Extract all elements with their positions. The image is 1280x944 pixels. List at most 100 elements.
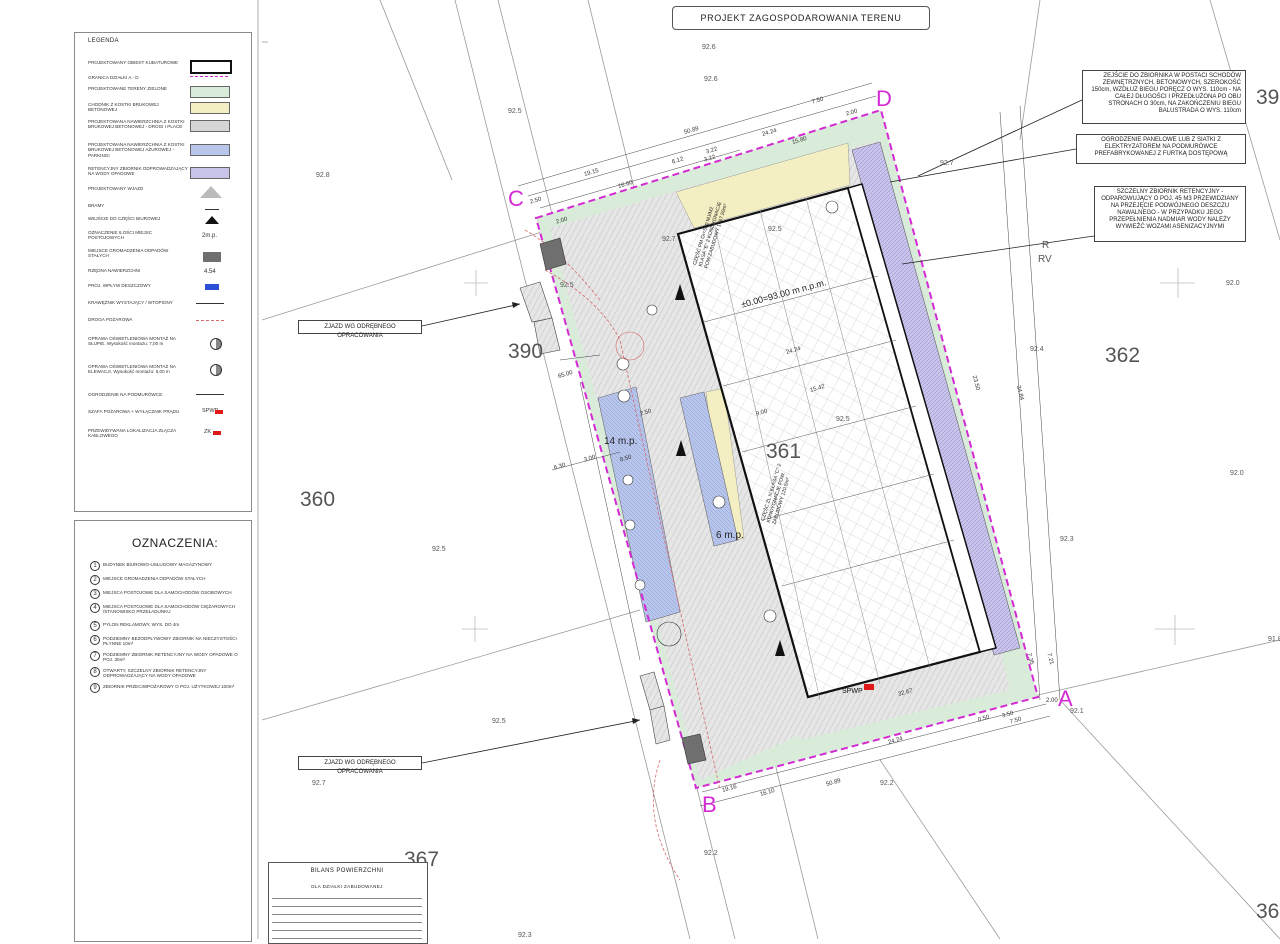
parking-14-label: 14 m.p.	[604, 436, 638, 447]
mark-number: 9	[90, 683, 100, 693]
rv-label-r: R	[1042, 240, 1050, 251]
mark-text: PODZIEMNY ZBIORNIK RETENCYJNY NA WODY OP…	[103, 652, 238, 663]
elevation-label: 92.1	[1070, 708, 1084, 715]
mark-number: 5	[90, 621, 100, 631]
elevation-label: 92.4	[1030, 346, 1044, 353]
mark-number: 1	[90, 561, 100, 571]
elevation-label: 92.5	[836, 416, 850, 423]
mark-text: ZBIORNIK PRZECIWPOŻAROWY O POJ. UŻYTKOWE…	[103, 684, 235, 689]
plot-number-39: 39	[1256, 86, 1280, 109]
plot-number-36: 36	[1256, 900, 1280, 923]
plot-number-360: 360	[300, 488, 336, 511]
legend-elevation-symbol: 4.54	[204, 269, 216, 275]
legend-item: PROJEKTOWANY OBIEKT KUBATUROWE	[88, 60, 179, 65]
mark-number: 6	[90, 635, 100, 645]
legend-title: LEGENDA	[88, 38, 119, 44]
legend-swatch-parking	[190, 144, 230, 156]
corner-d: D	[876, 86, 892, 111]
legend-item: PROJ. WPŁYW DESZCZOWY	[88, 283, 151, 288]
elevation-label: 92.7	[940, 160, 954, 167]
legend-fire-road-icon	[196, 320, 224, 321]
mark-number: 8	[90, 667, 100, 677]
elevation-label: 92.5	[560, 282, 574, 289]
corner-c: C	[508, 186, 524, 211]
mark-number: 3	[90, 589, 100, 599]
legend-item: CHODNIK Z KOSTKI BRUKOWEJ BETONOWEJ	[88, 102, 159, 113]
mark-text: PYLON REKLAMOWY, WYS. DO 4m	[103, 622, 180, 627]
mark-text: BUDYNEK BIUROWO-USŁUGOWY MAGAZYNOWY	[103, 562, 213, 567]
legend-item: KRAWĘŻNIK WYSTAJĄCY / WTOPIONY	[88, 300, 173, 305]
spwp-label: SPWP	[842, 688, 863, 695]
mark-text: PODZIEMNY BEZODPŁYWOWY ZBIORNIK NA NIECZ…	[103, 636, 237, 647]
plot-number-361: 361	[766, 440, 802, 463]
corner-b: B	[702, 792, 717, 817]
elevation-label: 92.5	[508, 108, 522, 115]
mark-number: 4	[90, 603, 100, 613]
legend-curb-icon	[196, 303, 224, 304]
rv-label-rv: RV	[1038, 254, 1052, 265]
area-balance-subtitle: DLA DZIAŁKI ZABUDOWANEJ	[311, 884, 383, 889]
mark-text: MIEJSCA POSTOJOWE DLA SAMOCHODÓW OSOBOWY…	[103, 590, 232, 595]
legend-item: PROJEKTOWANA NAWIERZCHNIA Z KOSTKI BRUKO…	[88, 142, 185, 158]
mark-text: MIEJSCE GROMADZENIA ODPADÓW STAŁYCH	[103, 576, 206, 581]
legend-item: SZAFA POŻAROWA + WYŁĄCZNIK PRĄDU	[88, 409, 180, 414]
marks-panel	[74, 520, 252, 942]
marks-title: OZNACZENIA:	[132, 536, 219, 550]
dimension-label: 2.00	[1046, 698, 1058, 704]
legend-gate-icon	[205, 203, 219, 210]
plot-number-362: 362	[1105, 344, 1141, 367]
elevation-label: 92.0	[1230, 470, 1244, 477]
legend-swatch-road	[190, 120, 230, 132]
elevation-label: 92.7	[662, 236, 676, 243]
elevation-label: 92.5	[768, 226, 782, 233]
legend-item: BRAMY	[88, 203, 105, 208]
legend-item: OPRAWA OŚWIETLENIOWA MONTAŻ NA SŁUPIE. W…	[88, 336, 176, 347]
legend-fence-icon	[196, 394, 224, 395]
elevation-label: 92.3	[518, 932, 532, 939]
legend-item: OGRODZENIE NA PODMURÓWCE	[88, 392, 163, 397]
elevation-label: 92.8	[316, 172, 330, 179]
legend-item: MIEJSCE GROMADZENIA ODPADÓW STAŁYCH	[88, 248, 169, 259]
callout-entry-bottom: ZJAZD WG ODRĘBNEGO OPRACOWANIA	[298, 756, 422, 775]
legend-item: PROJEKTOWANY WJAZD	[88, 186, 144, 191]
callout-entry-top: ZJAZD WG ODRĘBNEGO OPRACOWANIA	[298, 320, 422, 339]
elevation-label: 92.5	[432, 546, 446, 553]
table-row	[272, 916, 422, 923]
legend-swatch-boundary	[190, 76, 228, 77]
table-row	[272, 892, 422, 899]
elevation-label: 92.6	[704, 76, 718, 83]
area-balance-title: BILANS POWIERZCHNI	[310, 868, 384, 874]
legend-item: WEJŚCIE DO CZĘŚCI BIUROWEJ	[88, 216, 161, 221]
callout-fence: OGRODZENIE PANELOWE LUB Z SIATKI Z ELEKT…	[1076, 134, 1246, 164]
legend-item: RETENCYJNY ZBIORNIK ODPROWADZAJĄCY NA WO…	[88, 166, 188, 177]
legend-item: GRANICA DZIAŁKI A - D	[88, 75, 139, 80]
legend-swatch-sidewalk	[190, 102, 230, 114]
legend-waste-icon	[203, 252, 221, 262]
callout-stairs: ZEJŚCIE DO ZBIORNIKA W POSTACI SCHODÓW Z…	[1082, 70, 1246, 124]
callout-tank: SZCZELNY ZBIORNIK RETENCYJNY - ODPAROWUJ…	[1094, 186, 1246, 242]
plot-number-390: 390	[508, 340, 544, 363]
mark-number: 7	[90, 651, 100, 661]
elevation-label: 92.5	[492, 718, 506, 725]
table-row	[272, 900, 422, 907]
legend-spwp-red	[215, 410, 223, 414]
elevation-label: 92.6	[702, 44, 716, 51]
elevation-label: 92.7	[312, 780, 326, 787]
legend-lamp-pole-icon	[210, 338, 222, 350]
legend-places-symbol: 2m.p.	[202, 233, 218, 239]
legend-item: RZĘDNA NAWIERZCHNI	[88, 268, 141, 273]
legend-item: PRZEWIDYWANA LOKALIZACJA ZŁĄCZA KABLOWEG…	[88, 428, 176, 439]
elevation-label: 92.0	[1226, 280, 1240, 287]
elevation-label: 91.8	[1268, 636, 1280, 643]
legend-zk-red	[213, 431, 221, 435]
table-row	[272, 908, 422, 915]
legend-lamp-wall-icon	[210, 364, 222, 376]
legend-item: DROGA POŻAROWA	[88, 317, 133, 322]
legend-drain-icon	[205, 284, 219, 290]
table-row	[272, 924, 422, 931]
legend-swatch-building	[190, 60, 232, 74]
legend-swatch-retention	[190, 167, 230, 179]
legend-swatch-green	[190, 86, 230, 98]
elevation-label: 92.2	[704, 850, 718, 857]
legend-item: PROJEKTOWANA NAWIERZCHNIA Z KOSTKI BRUKO…	[88, 119, 185, 130]
